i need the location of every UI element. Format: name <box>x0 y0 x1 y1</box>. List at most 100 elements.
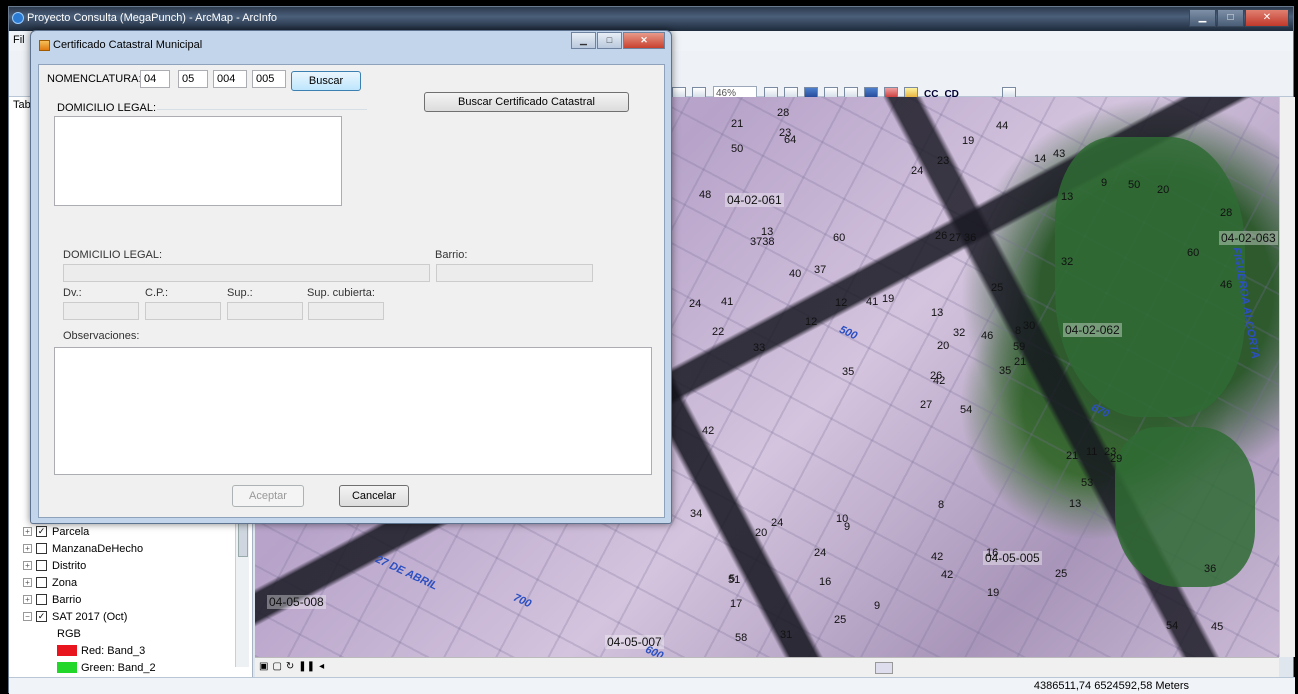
sup-field[interactable] <box>227 302 303 320</box>
parcel-number: 25 <box>991 282 1004 294</box>
parcel-number: 32 <box>1061 256 1074 268</box>
close-button[interactable]: ✕ <box>1245 9 1289 27</box>
band-label: Green: Band_2 <box>81 661 156 674</box>
buscar-button[interactable]: Buscar <box>291 71 361 91</box>
data-view-icon[interactable]: ▣ <box>259 661 268 672</box>
dialog-body: NOMENCLATURA: Buscar Buscar Certificado … <box>38 64 665 518</box>
parcel-number: 53 <box>1081 477 1094 489</box>
status-coordinates: 4386511,74 6524592,58 Meters <box>1033 680 1189 692</box>
layer-item[interactable]: + Zona <box>23 574 156 591</box>
nomenclatura-field-4[interactable] <box>252 70 286 88</box>
parcel-number: 50 <box>1128 179 1141 191</box>
parcel-number: 40 <box>789 268 802 280</box>
pause-icon[interactable]: ❚❚ <box>298 661 315 672</box>
layer-item[interactable]: + ManzanaDeHecho <box>23 540 156 557</box>
parcel-number: 12 <box>835 297 848 309</box>
parcel-number: 54 <box>1166 620 1179 632</box>
parcel-number: 36 <box>964 232 977 244</box>
map-vertical-scrollbar[interactable] <box>1279 97 1295 657</box>
parcel-number: 21 <box>1014 356 1027 368</box>
domicilio-textarea[interactable] <box>54 116 342 206</box>
expand-icon[interactable]: + <box>23 527 32 536</box>
parcel-number: 34 <box>690 508 703 520</box>
nomenclatura-field-2[interactable] <box>178 70 208 88</box>
checkbox-icon[interactable] <box>36 594 47 605</box>
nomenclatura-field-1[interactable] <box>140 70 170 88</box>
scroll-left-icon[interactable]: ◂ <box>319 661 324 672</box>
layer-item[interactable]: + Barrio <box>23 591 156 608</box>
parcel-number: 43 <box>1053 148 1066 160</box>
parcel-number: 16 <box>819 576 832 588</box>
expand-icon[interactable]: + <box>23 578 32 587</box>
toc-scrollbar[interactable] <box>235 517 249 667</box>
layout-view-icon[interactable]: ▢ <box>272 661 281 672</box>
layer-label: ManzanaDeHecho <box>52 542 144 555</box>
barrio-label: Barrio: <box>435 249 468 261</box>
dialog-title: Certificado Catastral Municipal <box>53 39 203 51</box>
parcel-number: 24 <box>689 298 702 310</box>
checkbox-checked-icon[interactable]: ✓ <box>36 526 47 537</box>
rgb-label: RGB <box>57 627 81 640</box>
checkbox-icon[interactable] <box>36 577 47 588</box>
checkbox-icon[interactable] <box>36 543 47 554</box>
sup-cubierta-field[interactable] <box>308 302 384 320</box>
domicilio-field[interactable] <box>63 264 430 282</box>
observaciones-textarea[interactable] <box>54 347 652 475</box>
parcel-number: 46 <box>981 330 994 342</box>
checkbox-checked-icon[interactable]: ✓ <box>36 611 47 622</box>
layer-list: + ✓ Parcela + ManzanaDeHecho + Distrito + Zon… <box>23 523 156 676</box>
observaciones-label: Observaciones: <box>63 330 140 342</box>
nomenclatura-field-3[interactable] <box>213 70 247 88</box>
layer-item[interactable]: − ✓ SAT 2017 (Oct) <box>23 608 156 625</box>
menu-file[interactable]: Fil <box>13 34 25 46</box>
expand-icon[interactable]: + <box>23 544 32 553</box>
parcel-number: 41 <box>866 296 879 308</box>
parcel-number: 60 <box>833 232 846 244</box>
sup-cubierta-label: Sup. cubierta: <box>307 287 375 299</box>
minimize-button[interactable]: ▁ <box>1189 9 1216 27</box>
refresh-icon[interactable]: ↻ <box>286 661 294 672</box>
dialog-close-button[interactable]: ✕ <box>623 32 665 49</box>
parcel-number: 27 <box>920 399 933 411</box>
scroll-thumb[interactable] <box>875 662 893 674</box>
cp-field[interactable] <box>145 302 221 320</box>
checkbox-icon[interactable] <box>36 560 47 571</box>
layer-label: Barrio <box>52 593 82 606</box>
barrio-field[interactable] <box>436 264 593 282</box>
expand-icon[interactable]: + <box>23 595 32 604</box>
parcel-number: 25 <box>834 614 847 626</box>
parcel-number: 59 <box>1013 341 1026 353</box>
parcel-number: 54 <box>960 404 973 416</box>
parcel-number: 9 <box>874 600 881 612</box>
dialog-maximize-button[interactable]: □ <box>597 32 622 49</box>
parcel-number: 37 <box>814 264 827 276</box>
arcmap-titlebar: Proyecto Consulta (MegaPunch) - ArcMap -… <box>9 7 1293 31</box>
parcel-number: 19 <box>882 293 895 305</box>
parcel-number: 13 <box>931 307 944 319</box>
expand-icon[interactable]: + <box>23 561 32 570</box>
parcel-number: 33 <box>753 342 766 354</box>
parcel-number: 32 <box>953 327 966 339</box>
dialog-minimize-button[interactable]: ▁ <box>571 32 596 49</box>
layer-item[interactable]: + ✓ Parcela <box>23 523 156 540</box>
aceptar-button[interactable]: Aceptar <box>232 485 304 507</box>
parcel-number: 12 <box>805 316 818 328</box>
parcel-label: 04-05-008 <box>267 595 326 609</box>
layer-label: Parcela <box>52 525 90 538</box>
map-horizontal-scrollbar[interactable]: ▣ ▢ ↻ ❚❚ ◂ <box>255 657 1279 677</box>
buscar-certificado-button[interactable]: Buscar Certificado Catastral <box>424 92 629 112</box>
parcel-number: 19 <box>987 587 1000 599</box>
dv-field[interactable] <box>63 302 139 320</box>
parcel-number: 27 <box>949 232 962 244</box>
maximize-button[interactable]: □ <box>1217 9 1244 27</box>
street-label: 700 <box>511 591 534 611</box>
parcel-number: 36 <box>1204 563 1217 575</box>
nomenclatura-label: NOMENCLATURA: <box>47 73 142 85</box>
parcel-number: 48 <box>699 189 712 201</box>
parcel-number: 13 <box>1069 498 1082 510</box>
parcel-number: 26 <box>935 230 948 242</box>
parcel-number: 24 <box>771 517 784 529</box>
layer-item[interactable]: + Distrito <box>23 557 156 574</box>
cancelar-button[interactable]: Cancelar <box>339 485 409 507</box>
collapse-icon[interactable]: − <box>23 612 32 621</box>
